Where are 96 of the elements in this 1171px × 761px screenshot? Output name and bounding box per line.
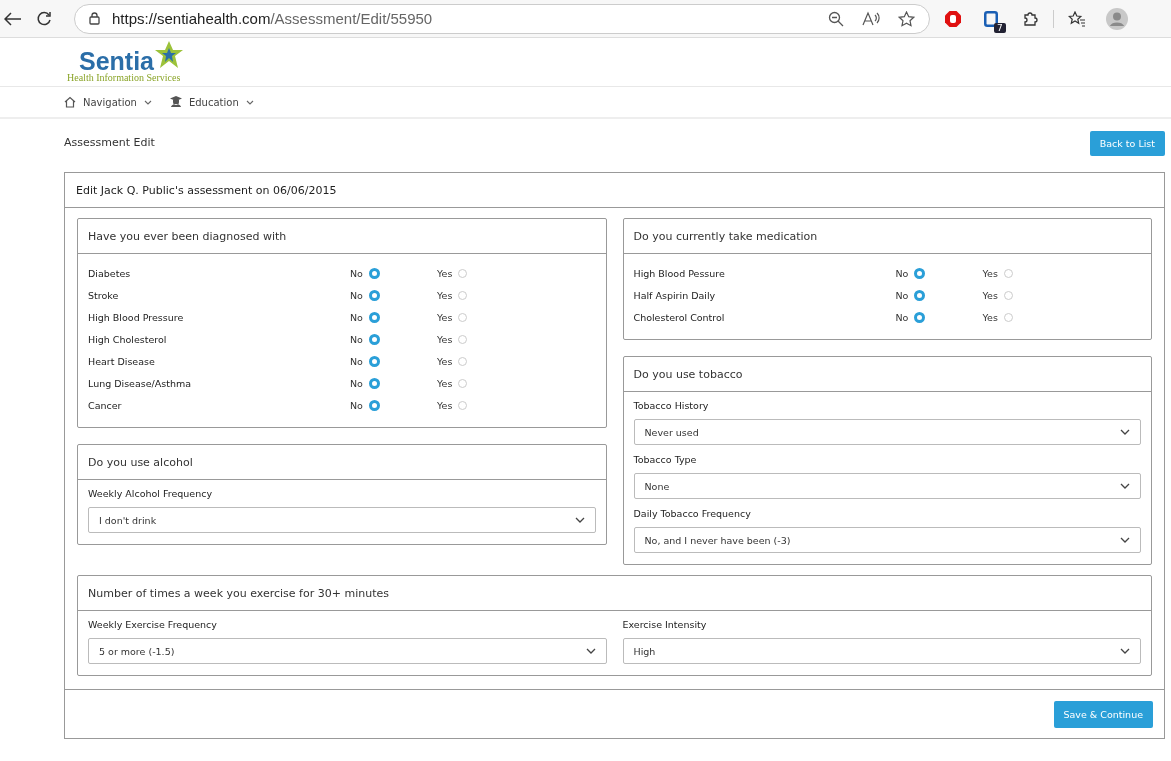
radio-button[interactable] (1003, 268, 1013, 278)
question-label: Heart Disease (88, 355, 156, 367)
question-label: Cholesterol Control (633, 311, 726, 323)
profile-avatar-icon[interactable] (1105, 7, 1128, 30)
extension-icon[interactable] (984, 10, 998, 27)
card-title: Edit Jack Q. Public's assessment on 06/06/2015 (76, 183, 337, 197)
question-label: Diabetes (88, 267, 132, 279)
radio-button[interactable] (914, 289, 926, 301)
puzzle-icon[interactable] (1021, 10, 1039, 27)
panel-title: Do you use tobacco (633, 367, 743, 381)
option-label: No (350, 311, 363, 323)
option-label: No (895, 267, 909, 279)
radio-button[interactable] (458, 268, 468, 278)
chevron-down-icon (1120, 483, 1130, 489)
radio-button[interactable] (458, 312, 468, 322)
radio-button[interactable] (368, 289, 380, 301)
panel-title: Do you use alcohol (88, 455, 193, 469)
question-label: High Blood Pessure (633, 267, 726, 279)
chevron-down-icon (574, 517, 585, 523)
reload-icon[interactable] (36, 10, 52, 27)
option-label: No (350, 399, 363, 411)
question-label: Stroke (88, 289, 120, 301)
page-title: Assessment Edit (64, 136, 155, 149)
dropdown-field[interactable]: None (633, 473, 1141, 499)
field-label: Weekly Alcohol Frequency (88, 488, 214, 499)
option-label: Yes (982, 289, 998, 301)
dropdown-field[interactable]: Never used (633, 419, 1141, 445)
panel-title: Do you currently take medication (633, 229, 818, 243)
option-label: Yes (437, 289, 453, 301)
chevron-down-icon (143, 99, 152, 105)
radio-button[interactable] (458, 400, 468, 410)
url-text: https://sentiahealth.com/Assessment/Edit/55950 (112, 10, 433, 27)
logo-tagline: Health Information Services (67, 72, 182, 83)
lock-icon (89, 12, 100, 25)
radio-button[interactable] (458, 290, 468, 300)
field-label: Tobacco Type (633, 454, 698, 465)
panel-title: Number of times a week you exercise for 30+ minutes (88, 586, 389, 600)
radio-button[interactable] (368, 377, 380, 389)
dropdown-field[interactable]: High (622, 638, 1141, 664)
field-label: Tobacco History (633, 400, 710, 411)
option-label: No (350, 267, 363, 279)
dropdown-field[interactable]: 5 or more (-1.5) (88, 638, 607, 664)
option-label: No (895, 289, 909, 301)
chevron-down-icon (585, 648, 596, 654)
chevron-down-icon (1120, 537, 1130, 543)
radio-button[interactable] (458, 334, 468, 344)
chevron-down-icon (1120, 648, 1130, 654)
option-label: Yes (437, 333, 453, 345)
option-label: Yes (437, 311, 453, 323)
question-label: Half Aspirin Daily (633, 289, 717, 301)
question-label: High Cholesterol (88, 333, 168, 345)
radio-button[interactable] (914, 311, 926, 323)
radio-button[interactable] (1003, 312, 1013, 322)
back-arrow-icon[interactable] (4, 11, 22, 26)
option-label: No (350, 333, 363, 345)
star-logo-icon (154, 41, 185, 69)
star-icon[interactable] (898, 10, 915, 27)
question-label: High Blood Pressure (88, 311, 185, 323)
graduate-icon (169, 96, 182, 108)
radio-button[interactable] (368, 355, 380, 367)
option-label: Yes (437, 377, 453, 389)
question-label: Cancer (88, 399, 123, 411)
option-label: No (350, 355, 363, 367)
nav-menu[interactable]: Navigation (64, 96, 152, 108)
dropdown-field[interactable]: No, and I never have been (-3) (633, 527, 1141, 553)
field-label: Daily Tobacco Frequency (633, 508, 752, 519)
nav-menu[interactable]: Education (169, 96, 254, 108)
field-label: Exercise Intensity (622, 619, 708, 630)
radio-button[interactable] (368, 267, 380, 279)
option-label: Yes (437, 399, 453, 411)
extension-badge: 7 (994, 22, 1006, 33)
option-label: No (350, 377, 363, 389)
radio-button[interactable] (1003, 290, 1013, 300)
chevron-down-icon (245, 99, 254, 105)
option-label: Yes (437, 355, 453, 367)
chevron-down-icon (1120, 429, 1130, 435)
option-label: Yes (982, 267, 998, 279)
radio-button[interactable] (368, 333, 380, 345)
radio-button[interactable] (914, 267, 926, 279)
home-icon (64, 96, 76, 108)
option-label: Yes (982, 311, 998, 323)
option-label: No (350, 289, 363, 301)
address-bar[interactable]: https://sentiahealth.com/Assessment/Edit/55950 (74, 3, 930, 34)
question-label: Lung Disease/Asthma (88, 377, 193, 389)
radio-button[interactable] (368, 311, 380, 323)
option-label: Yes (437, 267, 453, 279)
dropdown-field[interactable]: I don't drink (88, 507, 596, 533)
zoom-out-icon[interactable] (828, 10, 844, 27)
radio-button[interactable] (458, 378, 468, 388)
panel-title: Have you ever been diagnosed with (88, 229, 287, 243)
favorites-icon[interactable] (1067, 10, 1086, 27)
option-label: No (895, 311, 909, 323)
read-aloud-icon[interactable] (862, 10, 880, 27)
radio-button[interactable] (368, 399, 380, 411)
field-label: Weekly Exercise Frequency (88, 619, 218, 630)
radio-button[interactable] (458, 356, 468, 366)
